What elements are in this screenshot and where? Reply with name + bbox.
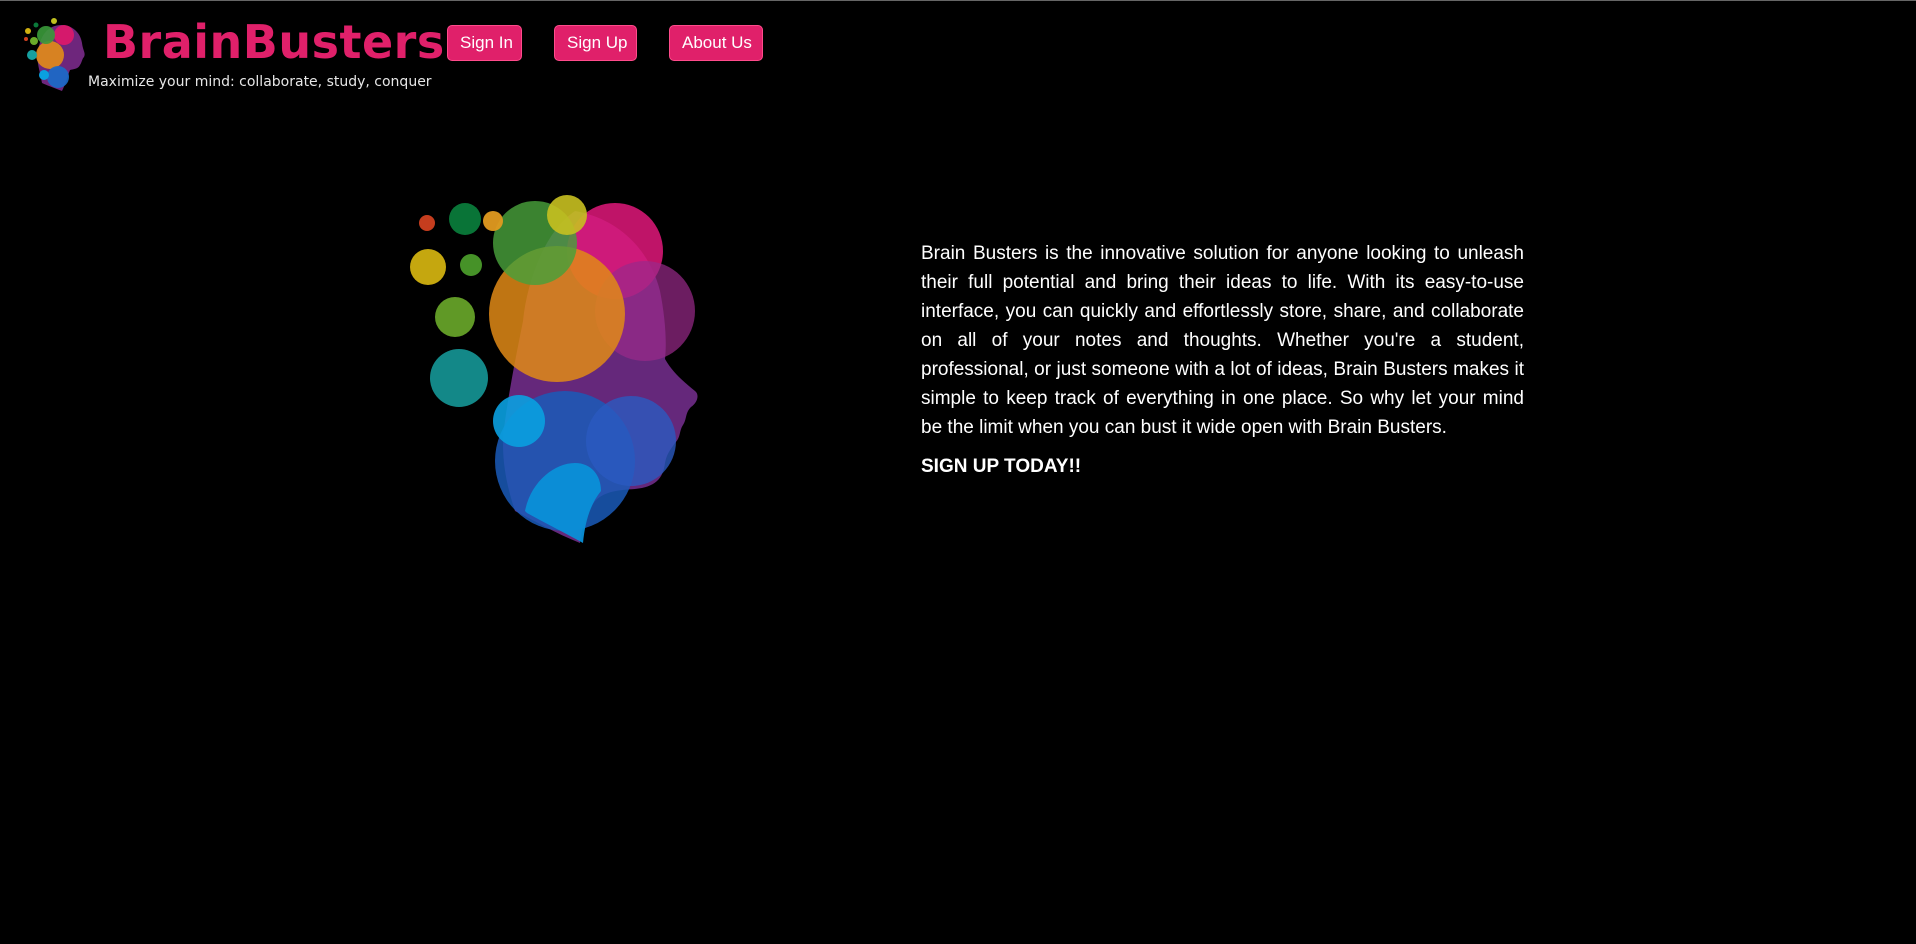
about-us-button[interactable]: About Us — [669, 25, 763, 61]
site-header: BrainBusters Maximize your mind: collabo… — [0, 1, 1916, 96]
sign-in-button[interactable]: Sign In — [447, 25, 522, 61]
brain-bubbles-head-icon — [410, 195, 698, 543]
page: BrainBusters Maximize your mind: collabo… — [0, 0, 1916, 944]
brand-name[interactable]: BrainBusters — [103, 13, 445, 71]
hero-text: Brain Busters is the innovative solution… — [921, 239, 1524, 481]
colorful-head-icon[interactable] — [22, 13, 86, 91]
cta-text: SIGN UP TODAY!! — [921, 456, 1082, 477]
description-paragraph: Brain Busters is the innovative solution… — [921, 243, 1524, 438]
tagline: Maximize your mind: collaborate, study, … — [88, 74, 432, 90]
sign-up-button[interactable]: Sign Up — [554, 25, 637, 61]
